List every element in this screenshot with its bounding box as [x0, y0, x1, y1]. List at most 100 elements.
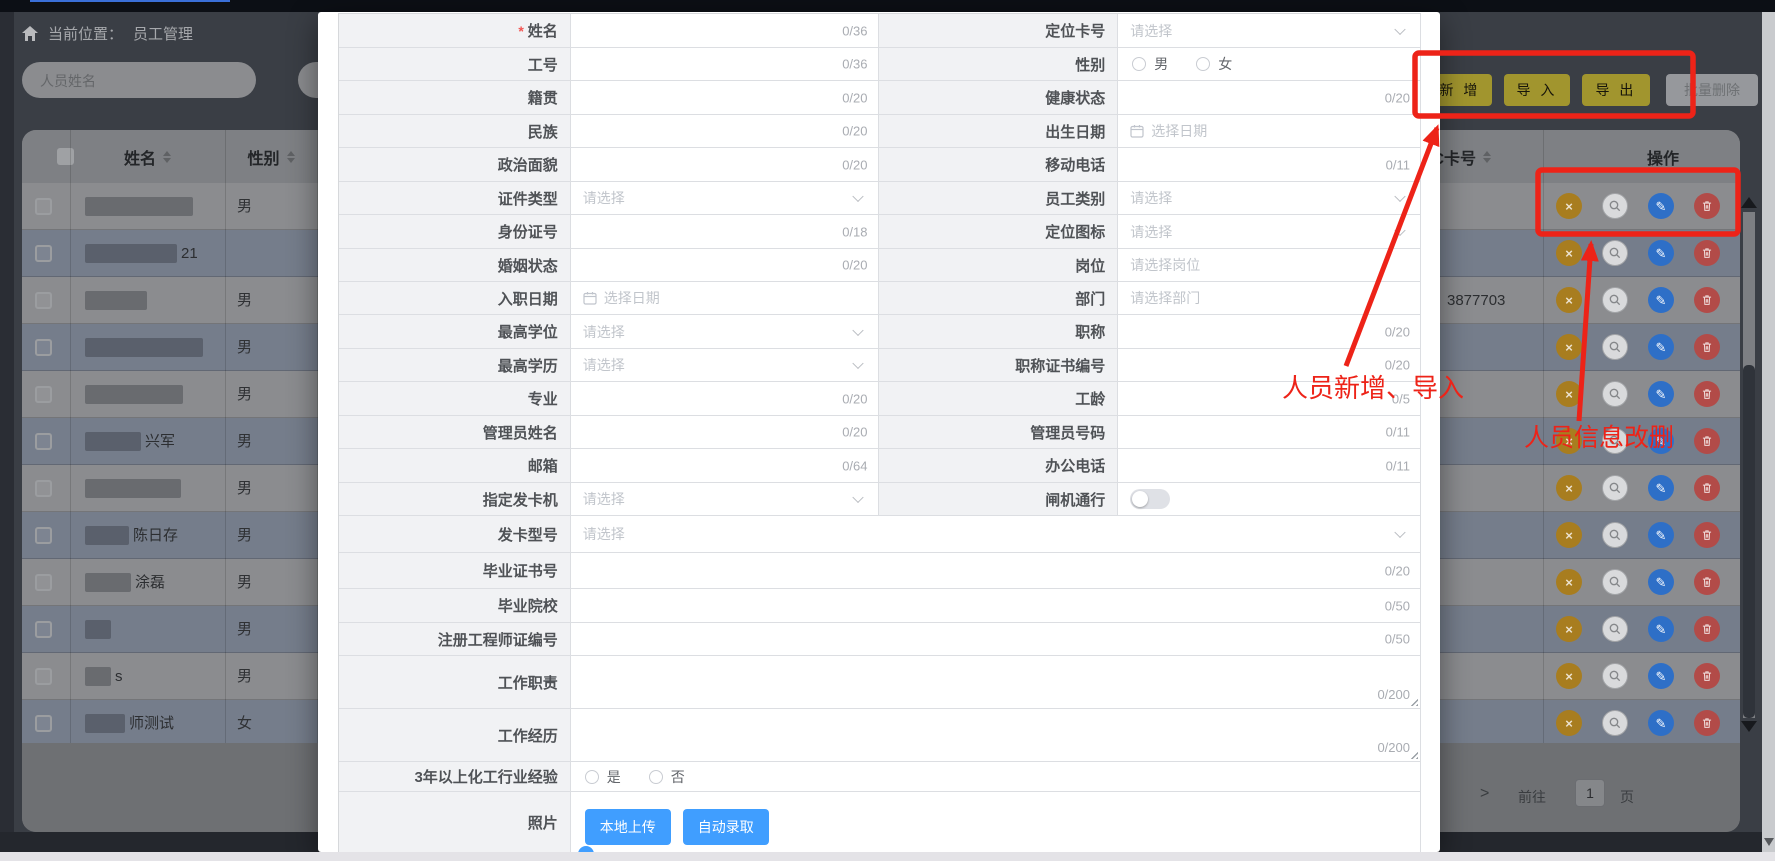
delete-button[interactable]: [1694, 428, 1720, 454]
row-checkbox[interactable]: [35, 715, 52, 732]
pager-page-input[interactable]: 1: [1575, 779, 1605, 807]
form-field-textarea[interactable]: 0/200: [571, 656, 1421, 708]
form-field-counter[interactable]: 0/20: [571, 115, 879, 147]
pager-next-button[interactable]: >: [1480, 785, 1489, 803]
view-button[interactable]: [1602, 193, 1628, 219]
edit-button[interactable]: ✎: [1648, 381, 1674, 407]
view-button[interactable]: [1602, 522, 1628, 548]
delete-button[interactable]: [1694, 616, 1720, 642]
form-field-select[interactable]: 请选择: [1118, 215, 1421, 248]
edit-button[interactable]: ✎: [1648, 287, 1674, 313]
view-button[interactable]: [1602, 663, 1628, 689]
delete-button[interactable]: [1694, 569, 1720, 595]
form-field-select[interactable]: 请选择: [571, 315, 879, 348]
radio-button[interactable]: [649, 770, 663, 784]
sort-icon[interactable]: [287, 151, 295, 163]
export-button[interactable]: 导 出: [1582, 74, 1650, 106]
view-button[interactable]: [1602, 569, 1628, 595]
edit-button[interactable]: ✎: [1648, 663, 1674, 689]
form-field-textarea[interactable]: 0/200: [571, 709, 1421, 761]
form-field-counter[interactable]: 0/11: [1118, 416, 1421, 448]
form-field-counter[interactable]: 0/5: [1118, 382, 1421, 415]
auto-capture-button[interactable]: 自动录取: [683, 809, 769, 845]
row-checkbox[interactable]: [35, 433, 52, 450]
edit-button[interactable]: ✎: [1648, 193, 1674, 219]
edit-button[interactable]: ✎: [1648, 616, 1674, 642]
row-checkbox[interactable]: [35, 574, 52, 591]
row-checkbox[interactable]: [35, 668, 52, 685]
column-header-name[interactable]: 姓名: [70, 130, 225, 183]
view-button[interactable]: [1602, 381, 1628, 407]
toggle-switch[interactable]: [1130, 489, 1170, 509]
row-checkbox[interactable]: [35, 198, 52, 215]
form-field-select[interactable]: 请选择: [1118, 14, 1421, 47]
view-button[interactable]: [1602, 475, 1628, 501]
view-button[interactable]: [1602, 287, 1628, 313]
form-field-counter[interactable]: 0/36: [571, 14, 879, 47]
form-field-counter[interactable]: 0/20: [1118, 315, 1421, 348]
form-field-counter[interactable]: 0/50: [571, 589, 1421, 622]
view-button[interactable]: [1602, 710, 1628, 736]
revoke-card-button[interactable]: ×: [1556, 475, 1582, 501]
column-header-gender[interactable]: 性别: [225, 130, 317, 183]
form-field-input[interactable]: 请选择岗位: [1118, 249, 1421, 281]
row-checkbox[interactable]: [35, 527, 52, 544]
form-field-counter[interactable]: 0/20: [571, 416, 879, 448]
view-button[interactable]: [1602, 240, 1628, 266]
sort-icon[interactable]: [163, 151, 171, 163]
delete-button[interactable]: [1694, 240, 1720, 266]
row-checkbox[interactable]: [35, 292, 52, 309]
radio-button[interactable]: [1196, 57, 1210, 71]
delete-button[interactable]: [1694, 287, 1720, 313]
form-field-counter[interactable]: 0/64: [571, 449, 879, 482]
revoke-card-button[interactable]: ×: [1556, 428, 1582, 454]
form-field-photo[interactable]: 本地上传自动录取: [571, 792, 1421, 852]
window-scrollbar[interactable]: [1762, 12, 1775, 861]
form-field-counter[interactable]: 0/11: [1118, 449, 1421, 482]
edit-button[interactable]: ✎: [1648, 710, 1674, 736]
form-field-select[interactable]: 请选择: [571, 516, 1421, 552]
form-field-counter[interactable]: 0/20: [1118, 349, 1421, 381]
edit-button[interactable]: ✎: [1648, 428, 1674, 454]
revoke-card-button[interactable]: ×: [1556, 710, 1582, 736]
import-button[interactable]: 导 入: [1504, 74, 1570, 106]
form-field-select[interactable]: 请选择: [571, 483, 879, 515]
row-checkbox[interactable]: [35, 245, 52, 262]
form-field-date[interactable]: 选择日期: [571, 282, 879, 314]
revoke-card-button[interactable]: ×: [1556, 616, 1582, 642]
column-header-ic-card[interactable]: IC卡号: [1428, 130, 1548, 183]
revoke-card-button[interactable]: ×: [1556, 663, 1582, 689]
local-upload-button[interactable]: 本地上传: [585, 809, 671, 845]
table-scrollbar-thumb[interactable]: [1743, 365, 1755, 718]
edit-button[interactable]: ✎: [1648, 334, 1674, 360]
form-field-counter[interactable]: 0/20: [1118, 81, 1421, 114]
delete-button[interactable]: [1694, 193, 1720, 219]
revoke-card-button[interactable]: ×: [1556, 569, 1582, 595]
edit-button[interactable]: ✎: [1648, 240, 1674, 266]
form-field-select[interactable]: 请选择: [571, 349, 879, 381]
window-scrollbar-down-arrow[interactable]: [1764, 838, 1774, 846]
revoke-card-button[interactable]: ×: [1556, 287, 1582, 313]
scroll-up-arrow[interactable]: [1741, 197, 1757, 208]
form-field-radios[interactable]: 是否: [571, 762, 1421, 791]
scroll-down-arrow[interactable]: [1741, 721, 1757, 732]
radio-button[interactable]: [585, 770, 599, 784]
sort-icon[interactable]: [1483, 151, 1491, 163]
form-field-counter[interactable]: 0/18: [571, 215, 879, 248]
revoke-card-button[interactable]: ×: [1556, 381, 1582, 407]
delete-button[interactable]: [1694, 334, 1720, 360]
view-button[interactable]: [1602, 428, 1628, 454]
view-button[interactable]: [1602, 334, 1628, 360]
row-checkbox[interactable]: [35, 621, 52, 638]
revoke-card-button[interactable]: ×: [1556, 522, 1582, 548]
edit-button[interactable]: ✎: [1648, 522, 1674, 548]
form-field-counter[interactable]: 0/20: [571, 249, 879, 281]
row-checkbox[interactable]: [35, 339, 52, 356]
radio-button[interactable]: [1132, 57, 1146, 71]
form-field-counter[interactable]: 0/11: [1118, 148, 1421, 181]
form-field-date[interactable]: 选择日期: [1118, 115, 1421, 147]
delete-button[interactable]: [1694, 522, 1720, 548]
batch-delete-button[interactable]: 批量删除: [1666, 74, 1758, 106]
row-checkbox[interactable]: [35, 480, 52, 497]
form-field-radios[interactable]: 男女: [1118, 48, 1421, 80]
